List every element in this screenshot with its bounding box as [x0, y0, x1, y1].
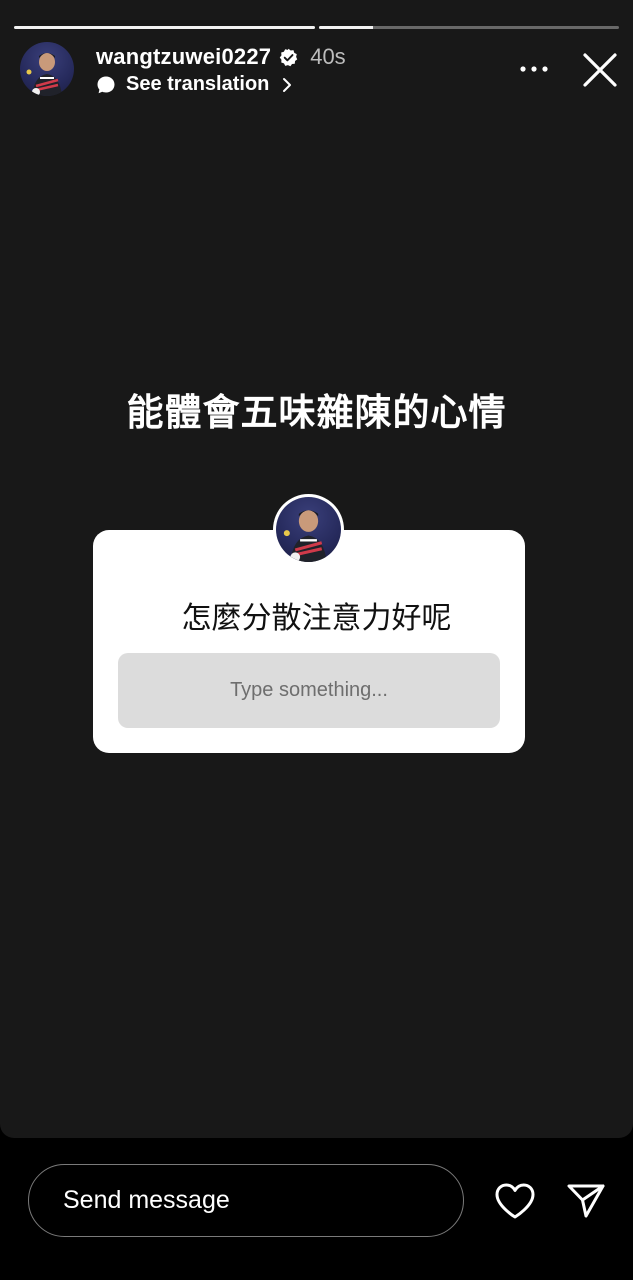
story-progress-bars [14, 26, 619, 29]
more-options-button[interactable] [514, 54, 554, 84]
story-header: wangtzuwei0227 40s See translation [20, 42, 620, 98]
send-paper-plane-icon [567, 1184, 605, 1218]
send-message-input[interactable] [28, 1164, 464, 1237]
close-button[interactable] [578, 48, 622, 92]
time-ago: 40s [310, 44, 346, 69]
question-sticker-avatar [273, 494, 344, 565]
speech-bubble-icon [97, 76, 115, 93]
avatar[interactable] [20, 42, 74, 96]
see-translation-button[interactable]: See translation [96, 73, 293, 96]
username-row: wangtzuwei0227 40s [96, 44, 346, 70]
see-translation-label: See translation [126, 73, 270, 95]
heart-icon [495, 1183, 535, 1219]
username[interactable]: wangtzuwei0227 [96, 44, 271, 70]
question-answer-input[interactable] [118, 653, 500, 728]
verified-badge-icon [279, 48, 298, 66]
story-canvas[interactable]: wangtzuwei0227 40s See translation 能體會五味… [0, 0, 633, 1138]
profile-photo [26, 53, 62, 96]
progress-segment [14, 26, 315, 29]
avatar [276, 497, 341, 562]
progress-fill [14, 26, 315, 29]
like-button[interactable] [492, 1180, 538, 1222]
progress-fill [318, 26, 373, 29]
progress-segment [318, 26, 619, 29]
chevron-right-icon [283, 77, 292, 92]
close-icon [583, 53, 617, 87]
story-viewer: wangtzuwei0227 40s See translation 能體會五味… [0, 0, 633, 1280]
question-text: 怎麼分散注意力好呢 [181, 602, 452, 635]
profile-photo [283, 510, 327, 562]
more-dots-icon [520, 66, 548, 72]
story-headline: 能體會五味雜陳的心情 [126, 392, 507, 433]
share-button[interactable] [564, 1180, 608, 1222]
